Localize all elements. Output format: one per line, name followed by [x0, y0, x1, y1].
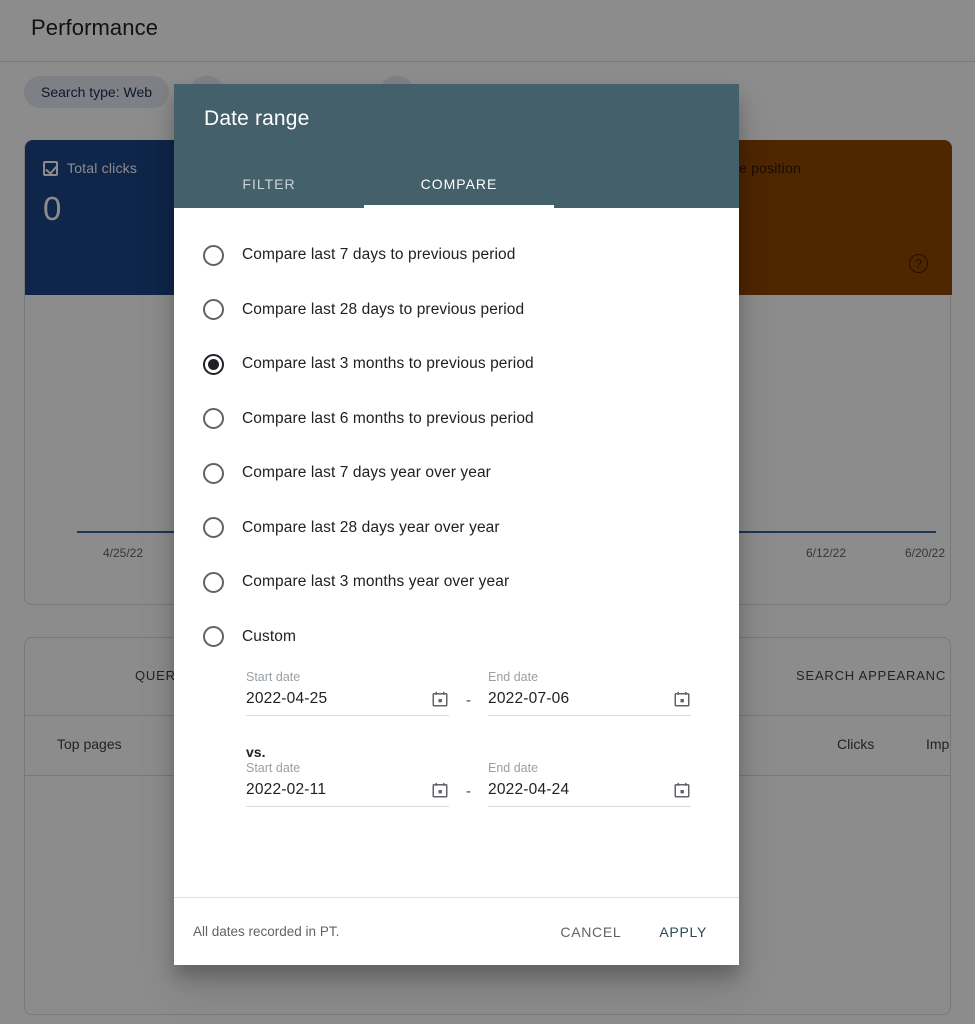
- radio-icon[interactable]: [203, 572, 224, 593]
- radio-icon[interactable]: [203, 408, 224, 429]
- option-label: Compare last 28 days year over year: [242, 519, 500, 537]
- radio-selected-icon[interactable]: [203, 354, 224, 375]
- dialog-footer: All dates recorded in PT. CANCEL APPLY: [174, 897, 739, 965]
- option-label: Compare last 7 days to previous period: [242, 246, 515, 264]
- option-label: Compare last 3 months year over year: [242, 573, 509, 591]
- field-value: 2022-07-06: [488, 690, 569, 708]
- custom-date-fields: Start date 2022-04-25 -: [174, 670, 739, 807]
- field-value: 2022-04-24: [488, 781, 569, 799]
- dialog-title: Date range: [204, 107, 309, 131]
- apply-button[interactable]: APPLY: [651, 916, 715, 948]
- field-label: Start date: [246, 761, 449, 775]
- calendar-icon[interactable]: [431, 690, 449, 708]
- option-compare-7-days-yoy[interactable]: Compare last 7 days year over year: [174, 452, 739, 494]
- radio-icon[interactable]: [203, 463, 224, 484]
- dialog-tabs: FILTER COMPARE: [174, 160, 739, 208]
- field-value: 2022-04-25: [246, 690, 327, 708]
- field-input[interactable]: 2022-04-24: [488, 781, 691, 807]
- tab-filter[interactable]: FILTER: [174, 160, 364, 208]
- range-separator: -: [449, 783, 488, 807]
- option-compare-28-days-yoy[interactable]: Compare last 28 days year over year: [174, 507, 739, 549]
- option-compare-7-days-previous[interactable]: Compare last 7 days to previous period: [174, 234, 739, 276]
- option-compare-6-months-previous[interactable]: Compare last 6 months to previous period: [174, 398, 739, 440]
- comparison-end-date-field[interactable]: End date 2022-04-24: [488, 761, 691, 807]
- field-label: End date: [488, 761, 691, 775]
- option-label: Compare last 28 days to previous period: [242, 301, 524, 319]
- primary-end-date-field[interactable]: End date 2022-07-06: [488, 670, 691, 716]
- primary-start-date-field[interactable]: Start date 2022-04-25: [246, 670, 449, 716]
- radio-icon[interactable]: [203, 299, 224, 320]
- option-custom[interactable]: Custom: [174, 616, 739, 658]
- comparison-start-date-field[interactable]: Start date 2022-02-11: [246, 761, 449, 807]
- option-label: Compare last 7 days year over year: [242, 464, 491, 482]
- timezone-note: All dates recorded in PT.: [193, 924, 339, 939]
- option-label: Compare last 6 months to previous period: [242, 410, 534, 428]
- comparison-date-range: Start date 2022-02-11 -: [246, 761, 691, 807]
- option-compare-3-months-previous[interactable]: Compare last 3 months to previous period: [174, 343, 739, 385]
- option-label: Compare last 3 months to previous period: [242, 355, 534, 373]
- field-label: End date: [488, 670, 691, 684]
- date-range-dialog: Date range FILTER COMPARE Compare last 7…: [174, 84, 739, 965]
- dialog-header: Date range FILTER COMPARE: [174, 84, 739, 208]
- radio-icon[interactable]: [203, 517, 224, 538]
- option-compare-28-days-previous[interactable]: Compare last 28 days to previous period: [174, 289, 739, 331]
- dialog-body: Compare last 7 days to previous period C…: [174, 208, 739, 897]
- option-compare-3-months-yoy[interactable]: Compare last 3 months year over year: [174, 561, 739, 603]
- option-label: Custom: [242, 628, 296, 646]
- primary-date-range: Start date 2022-04-25 -: [246, 670, 691, 716]
- field-label: Start date: [246, 670, 449, 684]
- field-input[interactable]: 2022-07-06: [488, 690, 691, 716]
- radio-icon[interactable]: [203, 245, 224, 266]
- field-value: 2022-02-11: [246, 781, 326, 799]
- calendar-icon[interactable]: [673, 690, 691, 708]
- tab-compare[interactable]: COMPARE: [364, 160, 554, 208]
- field-input[interactable]: 2022-04-25: [246, 690, 449, 716]
- performance-page: Performance Search type: Web Total click…: [0, 0, 975, 1024]
- field-input[interactable]: 2022-02-11: [246, 781, 449, 807]
- vs-label: vs.: [246, 744, 691, 760]
- dialog-actions: CANCEL APPLY: [552, 916, 715, 948]
- calendar-icon[interactable]: [431, 781, 449, 799]
- range-separator: -: [449, 692, 488, 716]
- cancel-button[interactable]: CANCEL: [552, 916, 629, 948]
- radio-icon[interactable]: [203, 626, 224, 647]
- calendar-icon[interactable]: [673, 781, 691, 799]
